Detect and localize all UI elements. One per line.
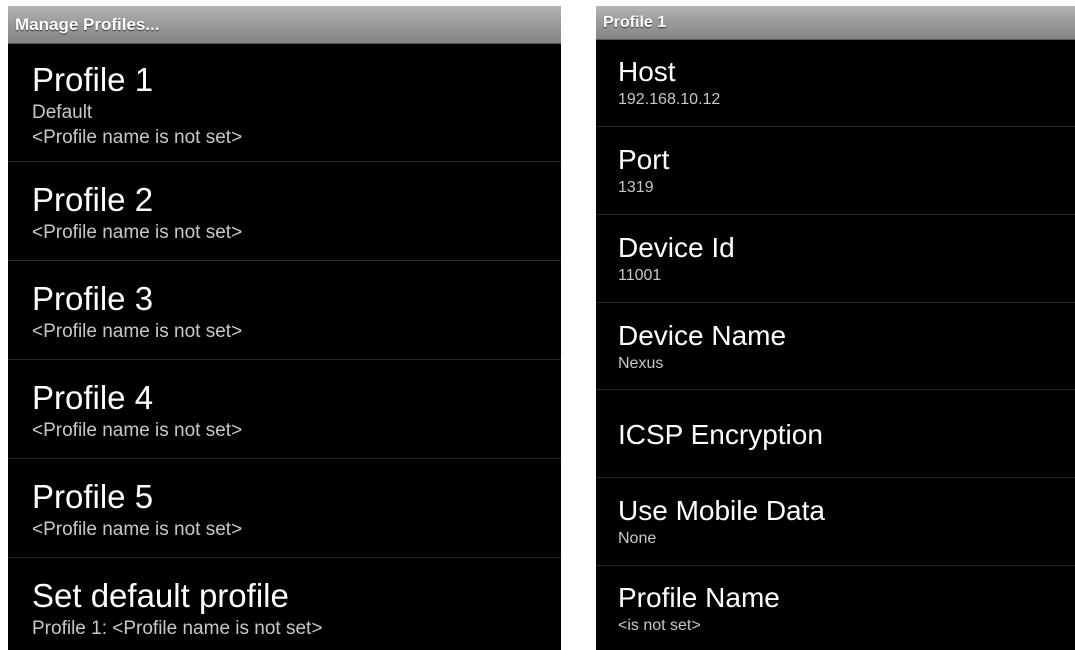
profile-name-setting[interactable]: Profile Name <is not set> <box>596 566 1075 650</box>
device-id-title: Device Id <box>618 232 735 263</box>
set-default-profile-title: Set default profile <box>32 577 289 614</box>
profile-4-name: <Profile name is not set> <box>32 420 243 441</box>
port-title: Port <box>618 144 670 175</box>
profile-name-title: Profile Name <box>618 582 780 613</box>
host-setting[interactable]: Host 192.168.10.12 <box>596 40 1075 127</box>
profile-4-title: Profile 4 <box>32 379 154 416</box>
profile-settings-titlebar: Profile 1 <box>596 6 1075 40</box>
port-setting[interactable]: Port 1319 <box>596 127 1075 215</box>
use-mobile-data-setting[interactable]: Use Mobile Data None <box>596 478 1075 566</box>
host-value: 192.168.10.12 <box>618 91 721 108</box>
device-name-value: Nexus <box>618 355 664 372</box>
profile-5-title: Profile 5 <box>32 478 154 515</box>
profile-5-item[interactable]: Profile 5 <Profile name is not set> <box>8 459 561 558</box>
profile-1-default-label: Default <box>32 102 93 123</box>
profile-3-name: <Profile name is not set> <box>32 321 243 342</box>
profile-2-item[interactable]: Profile 2 <Profile name is not set> <box>8 162 561 261</box>
manage-profiles-titlebar: Manage Profiles... <box>8 6 561 44</box>
manage-profiles-panel: Manage Profiles... Profile 1 Default <Pr… <box>8 6 561 650</box>
device-name-title: Device Name <box>618 320 787 351</box>
port-value: 1319 <box>618 179 654 196</box>
set-default-profile-item[interactable]: Set default profile Profile 1: <Profile … <box>8 558 561 650</box>
device-id-setting[interactable]: Device Id 11001 <box>596 215 1075 303</box>
profile-3-title: Profile 3 <box>32 280 154 317</box>
use-mobile-data-value: None <box>618 530 657 547</box>
profile-4-item[interactable]: Profile 4 <Profile name is not set> <box>8 360 561 459</box>
profile-2-title: Profile 2 <box>32 181 154 218</box>
device-id-value: 11001 <box>618 267 662 284</box>
host-title: Host <box>618 56 676 87</box>
profile-1-title: Profile 1 <box>32 61 154 98</box>
default-profile-summary: Profile 1: <Profile name is not set> <box>32 618 323 639</box>
icsp-encryption-title: ICSP Encryption <box>618 419 823 450</box>
profile-1-item[interactable]: Profile 1 Default <Profile name is not s… <box>8 44 561 162</box>
profile-5-name: <Profile name is not set> <box>32 519 243 540</box>
profile-3-item[interactable]: Profile 3 <Profile name is not set> <box>8 261 561 360</box>
use-mobile-data-title: Use Mobile Data <box>618 495 825 526</box>
profile-2-name: <Profile name is not set> <box>32 222 243 243</box>
device-name-setting[interactable]: Device Name Nexus <box>596 303 1075 390</box>
profile-name-value: <is not set> <box>618 617 701 634</box>
profile-settings-panel: Profile 1 Host 192.168.10.12 Port 1319 D… <box>596 6 1075 650</box>
profile-1-name: <Profile name is not set> <box>32 127 243 148</box>
icsp-encryption-setting[interactable]: ICSP Encryption <box>596 390 1075 478</box>
